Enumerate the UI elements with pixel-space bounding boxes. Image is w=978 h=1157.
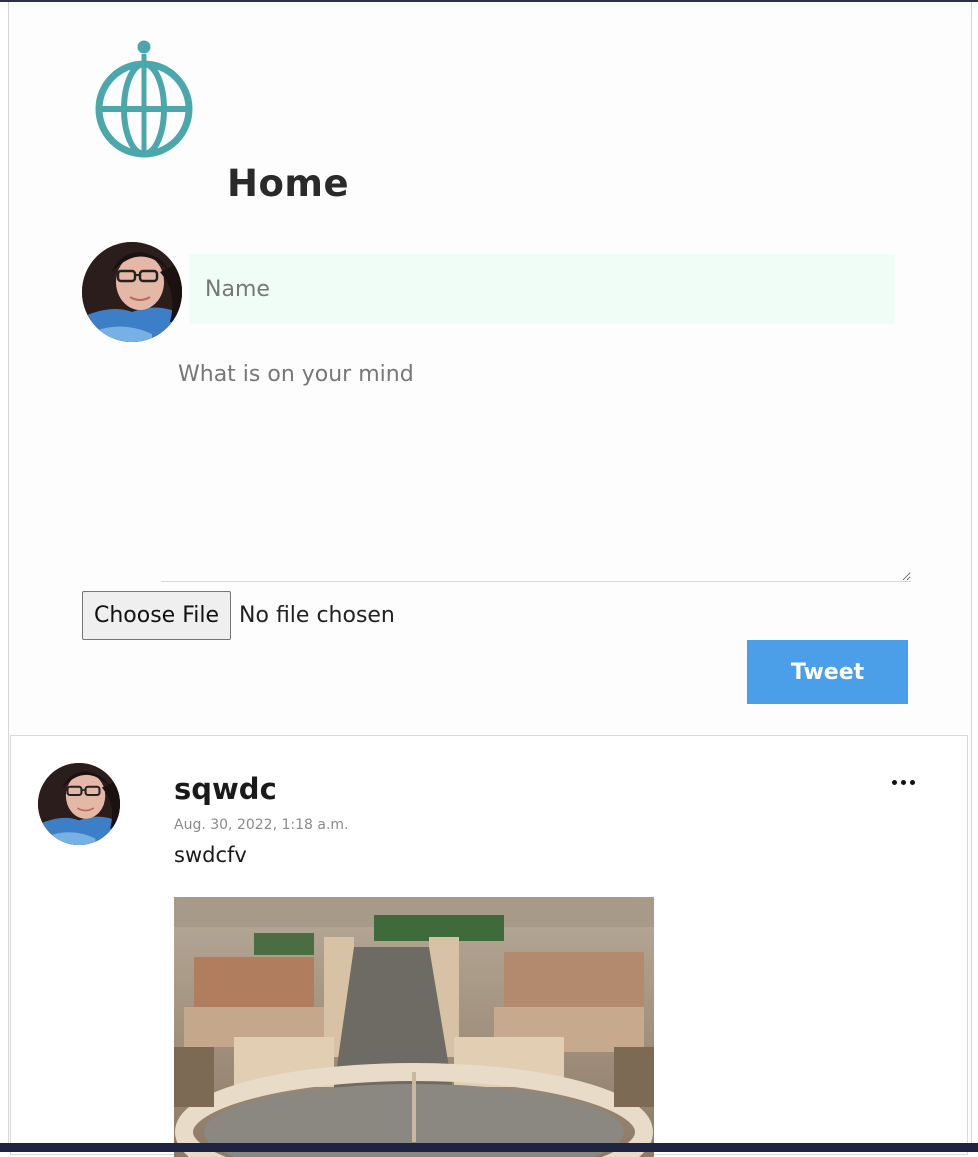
post-timestamp: Aug. 30, 2022, 1:18 a.m. xyxy=(174,817,349,833)
more-dot xyxy=(900,779,906,785)
post-image[interactable] xyxy=(174,897,654,1157)
composer-avatar xyxy=(82,242,182,342)
file-upload-control: Choose File No file chosen xyxy=(82,591,395,640)
post-author-avatar[interactable] xyxy=(38,763,120,845)
post-card: sqwdc Aug. 30, 2022, 1:18 a.m. swdcfv xyxy=(10,735,968,1157)
more-dot xyxy=(891,779,897,785)
more-options-icon[interactable] xyxy=(883,770,923,794)
window-bottom-bar xyxy=(0,1143,978,1152)
file-status-text: No file chosen xyxy=(239,603,395,628)
more-dot xyxy=(909,779,915,785)
post-body-textarea[interactable] xyxy=(161,358,911,582)
choose-file-button[interactable]: Choose File xyxy=(82,591,232,640)
tweet-button[interactable]: Tweet xyxy=(747,640,908,704)
post-text: swdcfv xyxy=(174,843,247,867)
globe-logo-icon xyxy=(89,36,199,160)
page-title: Home xyxy=(227,162,350,205)
post-username[interactable]: sqwdc xyxy=(174,772,277,806)
name-input[interactable] xyxy=(189,254,895,324)
